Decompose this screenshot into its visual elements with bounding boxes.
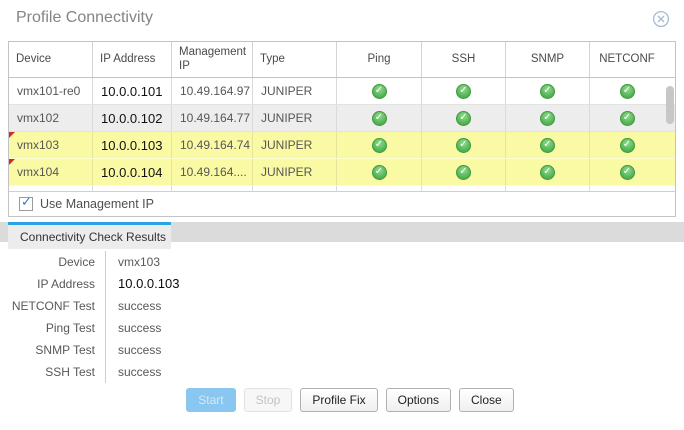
use-management-ip-checkbox[interactable]: ✓ [19,194,33,211]
cell-management-ip[interactable]: 10.49.164.... [172,159,253,185]
green-check-icon [619,137,635,153]
cell-type[interactable]: JUNIPER [253,78,337,104]
cell-snmp-status[interactable] [506,132,590,158]
profile-connectivity-dialog: Profile Connectivity Device IP Address M… [0,0,684,430]
column-header-ssh[interactable]: SSH [422,42,506,77]
green-check-icon [456,83,471,99]
cell-ip-address[interactable]: 10.0.0.103 [93,132,172,158]
detail-row: Device vmx103 [8,251,668,273]
detail-label: NETCONF Test [11,299,95,313]
green-check-icon [371,164,387,180]
vertical-scrollbar[interactable] [666,86,674,124]
use-management-ip-label: Use Management IP [40,197,154,211]
detail-value: success [105,361,668,383]
green-check-icon [371,110,387,126]
detail-value: 10.0.0.103 [105,273,668,295]
column-header-ip-address[interactable]: IP Address [93,42,172,77]
cell-management-ip[interactable]: 10.49.164.74 [172,132,253,158]
cell-netconf-status[interactable] [590,159,664,185]
green-check-icon [456,137,471,153]
device-connectivity-table: Device IP Address Management IP Type Pin… [8,41,676,217]
table-row[interactable]: vmx102 10.0.0.102 10.49.164.77 JUNIPER [9,105,675,132]
cell-snmp-status[interactable] [506,159,590,185]
detail-label: IP Address [37,277,95,291]
cell-ip-address[interactable]: 10.0.0.101 [93,78,172,104]
tab-connectivity-check-results[interactable]: Connectivity Check Results [8,222,171,249]
table-header-row: Device IP Address Management IP Type Pin… [9,42,675,78]
green-check-icon [619,110,635,126]
options-button[interactable]: Options [385,388,452,412]
detail-value: vmx103 [105,251,668,273]
green-check-icon [540,110,555,126]
cell-netconf-status[interactable] [590,78,664,104]
column-header-ping[interactable]: Ping [337,42,422,77]
detail-label: Ping Test [45,321,95,335]
profile-fix-button[interactable]: Profile Fix [300,388,378,412]
cell-ping-status[interactable] [337,78,422,104]
detail-row: NETCONF Test success [8,295,668,317]
green-check-icon [540,137,555,153]
cell-netconf-status[interactable] [590,132,664,158]
detail-value: success [105,339,668,361]
green-check-icon [371,137,387,153]
detail-label: SSH Test [45,365,95,379]
dialog-titlebar: Profile Connectivity [0,0,684,40]
detail-row: SSH Test success [8,361,668,383]
cell-management-ip[interactable]: 10.49.164.97 [172,78,253,104]
cell-ip-address[interactable]: 10.0.0.102 [93,105,172,131]
cell-ssh-status[interactable] [422,105,506,131]
checkmark-icon: ✓ [21,194,32,209]
connectivity-check-results-panel: Device vmx103 IP Address 10.0.0.103 NETC… [8,251,668,383]
start-button[interactable]: Start [186,388,236,412]
cell-snmp-status[interactable] [506,78,590,104]
column-header-management-ip[interactable]: Management IP [172,42,253,77]
cell-type[interactable]: JUNIPER [253,105,337,131]
close-icon[interactable] [652,10,670,28]
green-check-icon [456,110,471,126]
green-check-icon [456,164,471,180]
cell-device[interactable]: vmx104 [9,159,93,185]
table-row-selected[interactable]: vmx104 10.0.0.104 10.49.164.... JUNIPER [9,159,675,186]
green-check-icon [619,164,635,180]
close-button[interactable]: Close [459,388,514,412]
stop-button[interactable]: Stop [243,388,293,412]
detail-row: Ping Test success [8,317,668,339]
cell-type[interactable]: JUNIPER [253,132,337,158]
green-check-icon [540,83,555,99]
green-check-icon [371,83,387,99]
tab-label: Connectivity Check Results [20,230,167,244]
cell-snmp-status[interactable] [506,105,590,131]
cell-ping-status[interactable] [337,159,422,185]
green-check-icon [540,164,555,180]
cell-netconf-status[interactable] [590,105,664,131]
cell-management-ip[interactable]: 10.49.164.77 [172,105,253,131]
dialog-button-bar: Start Stop Profile Fix Options Close [0,388,684,412]
detail-label: Device [58,255,95,269]
green-check-icon [619,83,635,99]
cell-ip-address[interactable]: 10.0.0.104 [93,159,172,185]
detail-label: SNMP Test [35,343,95,357]
cell-ssh-status[interactable] [422,159,506,185]
cell-ssh-status[interactable] [422,78,506,104]
cell-device[interactable]: vmx102 [9,105,93,131]
cell-ssh-status[interactable] [422,132,506,158]
detail-value: success [105,295,668,317]
column-header-type[interactable]: Type [253,42,337,77]
cell-type[interactable]: JUNIPER [253,159,337,185]
grid-footer-toolbar: ✓ Use Management IP [9,191,675,216]
detail-row: SNMP Test success [8,339,668,361]
tab-strip: Connectivity Check Results [0,222,684,249]
column-header-snmp[interactable]: SNMP [506,42,590,77]
cell-device[interactable]: vmx101-re0 [9,78,93,104]
cell-device[interactable]: vmx103 [9,132,93,158]
detail-row: IP Address 10.0.0.103 [8,273,668,295]
table-row[interactable]: vmx101-re0 10.0.0.101 10.49.164.97 JUNIP… [9,78,675,105]
cell-ping-status[interactable] [337,132,422,158]
column-header-device[interactable]: Device [9,42,93,77]
column-header-netconf[interactable]: NETCONF [590,42,664,77]
dialog-title: Profile Connectivity [16,9,153,26]
cell-ping-status[interactable] [337,105,422,131]
table-row-selected[interactable]: vmx103 10.0.0.103 10.49.164.74 JUNIPER [9,132,675,159]
detail-value: success [105,317,668,339]
